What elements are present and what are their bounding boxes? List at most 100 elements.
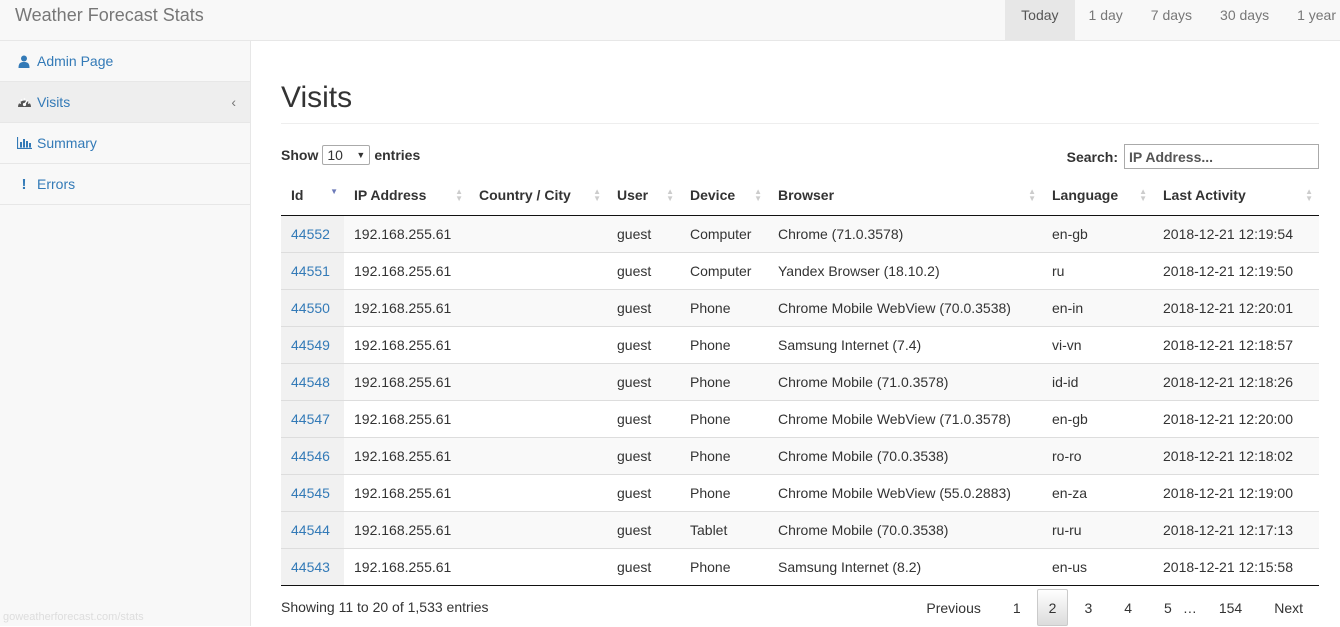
entries-label: entries (374, 147, 421, 163)
table-row: 44547 192.168.255.61 guest Phone Chrome Mobi… (281, 399, 1319, 437)
cell-language: ru-ru (1042, 510, 1153, 548)
cell-ip-address: 192.168.255.61 (344, 510, 469, 548)
page-title: Visits (281, 81, 353, 114)
show-label: Show (281, 147, 319, 163)
cell-language: en-za (1042, 473, 1153, 511)
visit-id-link[interactable]: 44550 (291, 300, 330, 316)
range-today[interactable]: Today (1005, 0, 1075, 40)
cell-id: 44543 (281, 547, 344, 586)
cell-ip-address: 192.168.255.61 (344, 288, 469, 326)
cell-country-city (469, 215, 607, 252)
cell-last-activity: 2018-12-21 12:19:50 (1153, 251, 1319, 289)
entries-select-value: 10 (327, 147, 343, 163)
cell-device: Phone (680, 288, 768, 326)
cell-device: Tablet (680, 510, 768, 548)
column-header-language[interactable]: Language ▲ ▼ (1042, 176, 1153, 216)
cell-language: ro-ro (1042, 436, 1153, 474)
cell-country-city (469, 473, 607, 511)
bar-chart-icon (16, 137, 32, 149)
page-button-5[interactable]: 5 (1148, 589, 1177, 626)
cell-language: en-in (1042, 288, 1153, 326)
divider (281, 123, 1319, 124)
cell-id: 44548 (281, 362, 344, 400)
range-30-days[interactable]: 30 days (1206, 0, 1283, 40)
column-header-user[interactable]: User ▲ ▼ (607, 176, 680, 216)
top-navbar: Weather Forecast Stats Today 1 day 7 day… (0, 0, 1340, 41)
cell-user: guest (607, 510, 680, 548)
cell-browser: Yandex Browser (18.10.2) (768, 251, 1042, 289)
column-header-id[interactable]: Id ▼ (281, 176, 344, 216)
cell-user: guest (607, 362, 680, 400)
column-header-ip-address[interactable]: IP Address ▲ ▼ (344, 176, 469, 216)
visits-table: Id ▼ IP Address ▲ ▼ Country / City ▲ ▼ User ▲ ▼… (281, 176, 1319, 586)
cell-device: Phone (680, 473, 768, 511)
cell-user: guest (607, 251, 680, 289)
visit-id-link[interactable]: 44552 (291, 226, 330, 242)
time-range-nav: Today 1 day 7 days 30 days 1 year (1005, 0, 1340, 40)
sort-icon: ▲ ▼ (666, 187, 674, 203)
cell-ip-address: 192.168.255.61 (344, 215, 469, 252)
cell-language: en-gb (1042, 215, 1153, 252)
column-header-device[interactable]: Device ▲ ▼ (680, 176, 768, 216)
cell-id: 44546 (281, 436, 344, 474)
cell-ip-address: 192.168.255.61 (344, 399, 469, 437)
range-1-year[interactable]: 1 year (1283, 0, 1340, 40)
cell-id: 44550 (281, 288, 344, 326)
column-header-last-activity[interactable]: Last Activity ▲ ▼ (1153, 176, 1319, 216)
sidebar-item-errors[interactable]: ! Errors (0, 164, 250, 205)
table-row: 44551 192.168.255.61 guest Computer Yandex B… (281, 251, 1319, 289)
cell-browser: Samsung Internet (7.4) (768, 325, 1042, 363)
entries-select[interactable]: 10 ▼ (322, 145, 371, 165)
visit-id-link[interactable]: 44543 (291, 559, 330, 575)
cell-id: 44551 (281, 251, 344, 289)
cell-user: guest (607, 473, 680, 511)
cell-browser: Chrome Mobile (70.0.3538) (768, 510, 1042, 548)
cell-browser: Chrome Mobile WebView (71.0.3578) (768, 399, 1042, 437)
cell-last-activity: 2018-12-21 12:19:54 (1153, 215, 1319, 252)
entries-length-control: Show 10 ▼ entries (281, 145, 420, 165)
page-button-4[interactable]: 4 (1108, 589, 1148, 626)
visit-id-link[interactable]: 44549 (291, 337, 330, 353)
cell-user: guest (607, 288, 680, 326)
cell-country-city (469, 362, 607, 400)
next-button[interactable]: Next (1258, 589, 1319, 626)
visit-id-link[interactable]: 44546 (291, 448, 330, 464)
table-row: 44549 192.168.255.61 guest Phone Samsung Int… (281, 325, 1319, 363)
cell-id: 44544 (281, 510, 344, 548)
pagination-ellipsis: … (1182, 599, 1197, 616)
range-1-day[interactable]: 1 day (1075, 0, 1137, 40)
previous-button[interactable]: Previous (910, 589, 996, 626)
visit-id-link[interactable]: 44544 (291, 522, 330, 538)
cell-country-city (469, 399, 607, 437)
column-header-country-city[interactable]: Country / City ▲ ▼ (469, 176, 607, 216)
cell-last-activity: 2018-12-21 12:20:00 (1153, 399, 1319, 437)
sidebar: Admin Page Visits ‹ Summary ! Errors gow… (0, 41, 251, 626)
cell-browser: Chrome Mobile (70.0.3538) (768, 436, 1042, 474)
cell-browser: Chrome Mobile (71.0.3578) (768, 362, 1042, 400)
range-7-days[interactable]: 7 days (1137, 0, 1206, 40)
visit-id-link[interactable]: 44545 (291, 485, 330, 501)
table-row: 44546 192.168.255.61 guest Phone Chrome Mobi… (281, 436, 1319, 474)
footer-url: goweatherforecast.com/stats (3, 611, 144, 623)
column-header-browser[interactable]: Browser ▲ ▼ (768, 176, 1042, 216)
page-button-154[interactable]: 154 (1203, 589, 1258, 626)
page-button-3[interactable]: 3 (1068, 589, 1108, 626)
visit-id-link[interactable]: 44548 (291, 374, 330, 390)
sidebar-item-admin-page[interactable]: Admin Page (0, 41, 250, 82)
sidebar-item-summary[interactable]: Summary (0, 123, 250, 164)
search-input[interactable] (1124, 144, 1319, 169)
visit-id-link[interactable]: 44551 (291, 263, 330, 279)
cell-ip-address: 192.168.255.61 (344, 547, 469, 586)
sidebar-item-label: Visits (37, 94, 71, 110)
cell-last-activity: 2018-12-21 12:17:13 (1153, 510, 1319, 548)
table-header-row: Id ▼ IP Address ▲ ▼ Country / City ▲ ▼ User ▲ ▼… (281, 176, 1319, 216)
visit-id-link[interactable]: 44547 (291, 411, 330, 427)
app-title[interactable]: Weather Forecast Stats (15, 5, 204, 26)
page-button-2[interactable]: 2 (1036, 589, 1069, 626)
sort-icon: ▲ ▼ (593, 187, 601, 203)
cell-last-activity: 2018-12-21 12:18:02 (1153, 436, 1319, 474)
page-button-1[interactable]: 1 (997, 589, 1037, 626)
cell-last-activity: 2018-12-21 12:19:00 (1153, 473, 1319, 511)
cell-browser: Chrome Mobile WebView (55.0.2883) (768, 473, 1042, 511)
sidebar-item-visits[interactable]: Visits ‹ (0, 82, 250, 123)
